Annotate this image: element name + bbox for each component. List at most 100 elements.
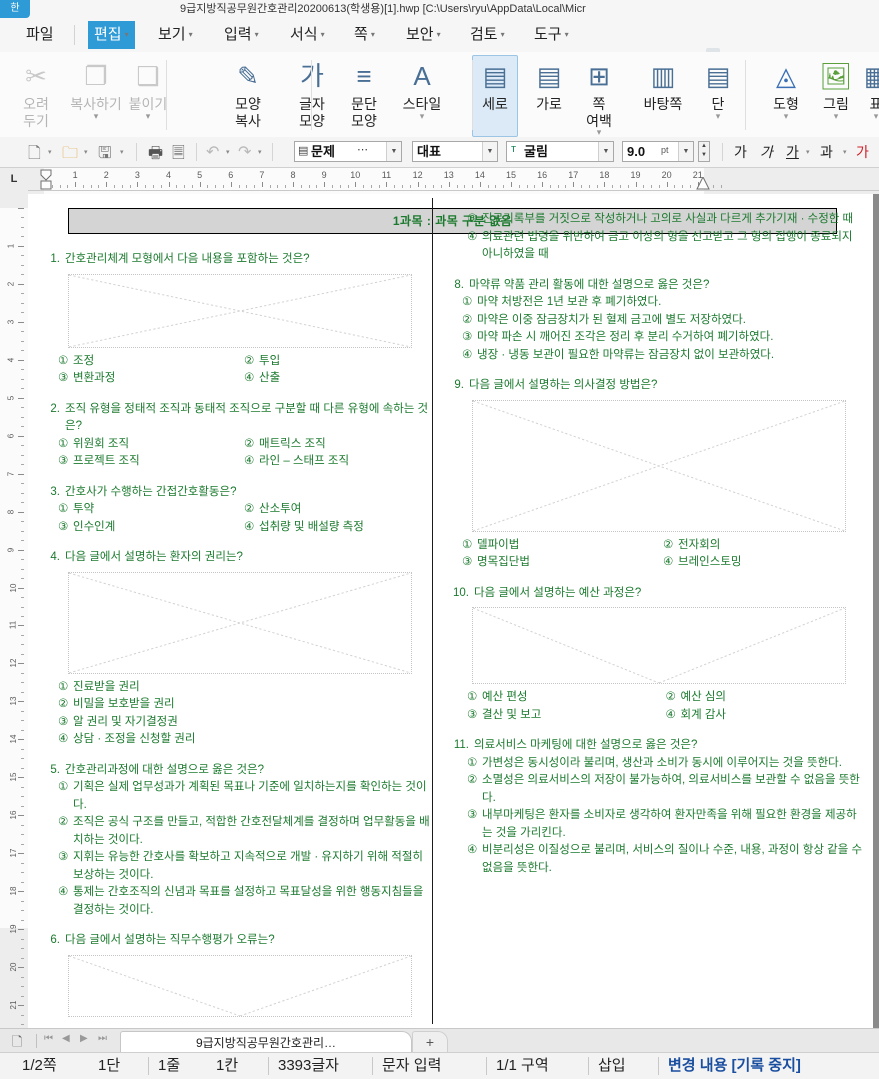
chevron-down-icon[interactable]: ▾ [321,30,325,39]
chevron-down-icon[interactable]: ▾ [565,30,569,39]
ribbon-button-shape-copy[interactable]: ✎ 모양 복사 [224,56,272,136]
chevron-down-icon[interactable]: ▾ [812,112,860,121]
ribbon-button-master-page[interactable]: ▥ 바탕쪽 [634,56,692,136]
horizontal-ruler[interactable]: 1 2 3 4 5 6 7 8 9 10 11 12 13 14 15 16 17 18 19 20 21 [28,168,879,195]
chevron-down-icon[interactable]: ▾ [501,30,505,39]
menu-item-3[interactable]: 입력 ▾ [218,21,265,49]
ribbon-button-drawing[interactable]: ◬ 도형 ▾ [762,56,810,136]
outline-caret-icon[interactable]: ▾ [843,148,847,156]
document-page[interactable]: 1과목 : 과목 구분 없음 1. 간호관리체계 모형에서 다음 내용을 포함하는… [28,194,873,1028]
prev-doc-icon[interactable]: ◀ [62,1033,70,1044]
undo-icon[interactable]: ↶ [206,142,219,162]
menu-item-8[interactable]: 도구 ▾ [528,21,575,49]
question-block[interactable]: 11. 의료서비스 마케팅에 대한 설명으로 옳은 것은? ① 가변성은 동시성이라 … [444,737,864,877]
chevron-down-icon[interactable]: ▾ [762,112,810,121]
ribbon-button-page[interactable]: ⊞ 쪽 여백 ▾ [576,56,622,137]
tab-active-document[interactable]: 9급지방직공무원간호관리… [120,1031,412,1054]
underline-caret-icon[interactable]: ▾ [806,148,810,156]
chevron-down-icon[interactable]: ▾ [120,112,176,121]
outline-icon[interactable]: 과 [820,142,833,162]
open-file-icon[interactable]: 🗀 [62,142,78,169]
paragraph-style-caret-icon[interactable]: ▼ [386,142,401,161]
chevron-down-icon[interactable]: ▾ [698,112,738,121]
font-combo[interactable]: ᴛ 굴림 ▼ [506,141,614,162]
underline-icon[interactable]: 가 [786,142,799,162]
undo-caret-icon[interactable]: ▾ [226,148,230,156]
print-icon[interactable]: 🖶 [148,142,163,169]
ribbon-button-columns[interactable]: ▤ 단 ▾ [698,56,738,136]
menu-item-7[interactable]: 검토 ▾ [464,21,511,49]
chevron-down-icon[interactable]: ▾ [437,30,441,39]
font-size-combo[interactable]: 9.0 pt ▼ [622,141,694,162]
menu-item-1[interactable]: 편집 ▾ [88,21,135,49]
chevron-down-icon[interactable]: ▾ [255,30,259,39]
ribbon-button-picture[interactable]: 🖼 그림 ▾ [812,56,860,136]
right-indent-marker[interactable] [696,177,710,191]
font-caret-icon[interactable]: ▼ [598,142,613,161]
font-size-up-icon[interactable]: ▲ [699,142,709,151]
font-size-down-icon[interactable]: ▼ [699,151,709,160]
ribbon-button-cut[interactable]: ✂ 오려 두기 [12,56,60,136]
menu-item-4[interactable]: 서식 ▾ [284,21,331,49]
save-icon[interactable]: 🖫 [98,142,112,169]
font-size-stepper[interactable]: ▲ ▼ [698,141,710,162]
chevron-down-icon[interactable]: ▾ [394,112,450,121]
document-canvas[interactable]: 1과목 : 과목 구분 없음 1. 간호관리체계 모형에서 다음 내용을 포함하는… [28,194,879,1028]
save-caret-icon[interactable]: ▾ [120,148,124,156]
question-block[interactable]: 8. 마약류 약품 관리 활동에 대한 설명으로 옳은 것은? ① 마약 처방전은 1… [444,277,864,365]
next-doc-icon[interactable]: ▶ [80,1033,88,1044]
font-size-caret-icon[interactable]: ▼ [678,142,693,161]
placeholder-figure[interactable] [472,399,846,532]
question-block[interactable]: 3. 간호사가 수행하는 간접간호활동은? ① 투약 ② 산소투여 ③ 인수인계 ④ 섭취량 및 … [40,484,430,537]
ribbon-button-landscape[interactable]: ▤ 가로 [526,56,572,136]
paragraph-style-combo[interactable]: 문제 ▤ ⋯ ▼ [294,141,402,162]
placeholder-figure[interactable] [68,954,412,1017]
ribbon-button-paste[interactable]: ❑ 붙이기 ▾ [120,56,176,136]
new-document-caret-icon[interactable]: ▾ [48,148,52,156]
chevron-down-icon[interactable]: ▾ [371,30,375,39]
last-doc-icon[interactable]: ⏭ [98,1033,107,1044]
menu-item-6[interactable]: 보안 ▾ [400,21,447,49]
ribbon-button-para-shape[interactable]: ≡ 문단 모양 [340,56,388,136]
open-file-caret-icon[interactable]: ▾ [84,148,88,156]
menu-item-5[interactable]: 쪽 ▾ [348,21,381,49]
redo-icon[interactable]: ↷ [238,142,251,162]
chevron-down-icon[interactable]: ▾ [189,30,193,39]
question-block[interactable]: 4. 다음 글에서 설명하는 환자의 권리는? ① 진료받을 권리 ② 비밀을 보호받을 … [40,549,430,749]
ribbon-button-copy[interactable]: ❐ 복사하기 ▾ [66,56,126,136]
left-indent-marker[interactable] [40,169,54,191]
redo-caret-icon[interactable]: ▾ [258,148,262,156]
question-block[interactable]: ③ 진료기록부를 거짓으로 작성하거나 고의로 사실과 다르게 추가기재 · 수정… [444,211,864,264]
question-block[interactable]: 10. 다음 글에서 설명하는 예산 과정은? ① 예산 편성 ② 예산 심의 ③ 결산 및 … [444,585,864,725]
question-block[interactable]: 2. 조직 유형을 정태적 조직과 동태적 조직으로 구분할 때 다른 유형에 속… [40,401,430,471]
placeholder-figure[interactable] [68,571,412,674]
char-style-caret-icon[interactable]: ▼ [482,142,497,161]
char-style-combo[interactable]: 대표 ▼ [412,141,498,162]
preview-icon[interactable]: 🗏 [172,142,185,169]
first-doc-icon[interactable]: ⏮ [44,1033,53,1044]
font-color-icon[interactable]: 가 [856,142,869,162]
chevron-down-icon[interactable]: ▾ [66,112,126,121]
ribbon-button-char-shape[interactable]: 가글자모양 [288,56,336,136]
chevron-down-icon[interactable]: ▾ [125,30,129,39]
new-tab-button[interactable]: + [412,1031,448,1054]
placeholder-figure[interactable] [68,273,412,348]
cut-icon: ✂ [25,61,47,91]
vertical-ruler[interactable]: 1 2 3 4 5 6 7 8 9 10 11 12 13 14 15 16 17 18 19 20 21 [0,194,29,1028]
chevron-down-icon[interactable]: ▾ [576,128,622,137]
chevron-down-icon[interactable]: ▾ [856,112,879,121]
question-block[interactable]: 1. 간호관리체계 모형에서 다음 내용을 포함하는 것은? ① 조정 ② 투입 ③ 변환과정… [40,251,430,388]
ribbon-button-portrait[interactable]: ▤ 세로 [472,55,518,137]
question-block[interactable]: 9. 다음 글에서 설명하는 의사결정 방법은? ① 델파이법 ② 전자회의 ③ 명목집단법 ④… [444,377,864,572]
ribbon-button-style[interactable]: A 스타일 ▾ [394,56,450,136]
question-block[interactable]: 5. 간호관리과정에 대한 설명으로 옳은 것은? ① 기획은 실제 업무성과가 계획… [40,762,430,920]
question-block[interactable]: 6. 다음 글에서 설명하는 직무수행평가 오류는? [40,932,430,1017]
menu-item-2[interactable]: 보기 ▾ [152,21,199,49]
menu-item-0[interactable]: 파일 [20,21,60,49]
new-document-icon[interactable]: 🗋 [28,142,41,169]
ribbon-button-table[interactable]: ▦ 표 ▾ [856,56,879,136]
ruler-corner[interactable]: L [0,168,29,195]
italic-icon[interactable]: 가 [760,142,773,162]
placeholder-figure[interactable] [472,607,846,684]
bold-icon[interactable]: 가 [734,142,747,162]
